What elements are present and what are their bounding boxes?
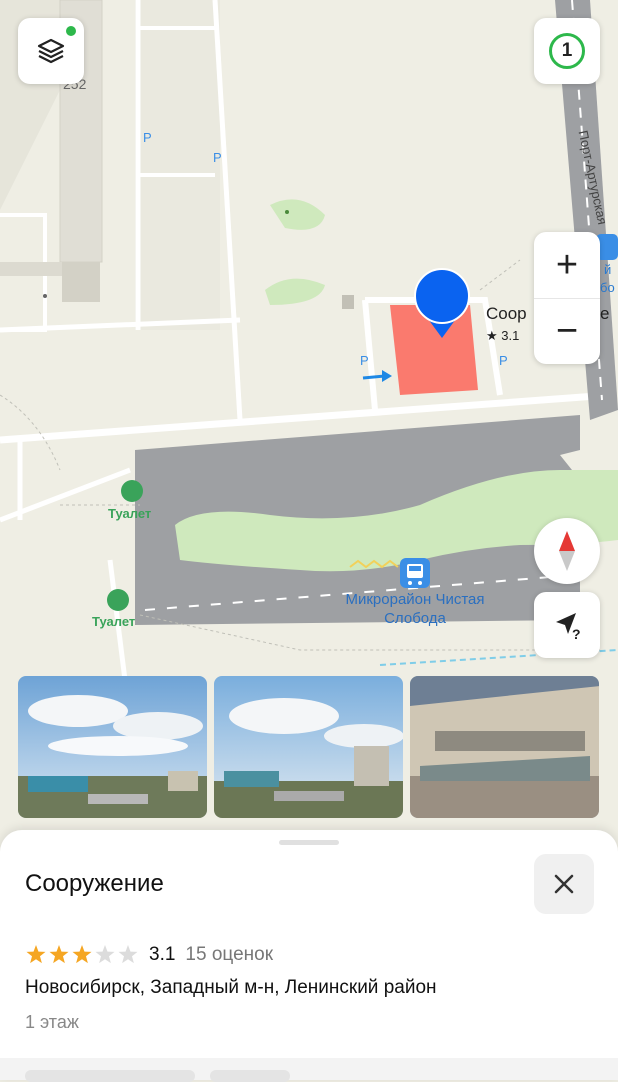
location-arrow-question-icon: ? <box>556 613 581 642</box>
place-title: Сооружение <box>25 870 164 897</box>
layers-button[interactable] <box>18 18 84 84</box>
svg-text:?: ? <box>572 626 581 642</box>
poi-name-label[interactable]: Соор <box>486 304 527 324</box>
zoom-controls: + − <box>534 232 600 364</box>
zoom-in-button[interactable]: + <box>534 232 600 298</box>
star-empty-icon <box>118 945 138 964</box>
rating-value: 3.1 <box>149 944 176 965</box>
parking-label: P <box>213 150 222 165</box>
parking-label: P <box>499 353 508 368</box>
place-card[interactable]: Сооружение 3.1 15 оценок Новосибирск, За… <box>0 830 618 1080</box>
bus-stop-side-label: й <box>604 262 612 277</box>
photo-panorama-2[interactable] <box>214 676 403 818</box>
place-address: Новосибирск, Западный м-н, Ленинский рай… <box>25 977 437 998</box>
star-filled-icon <box>26 945 46 964</box>
poi-rating-label: ★ 3.1 <box>486 328 520 343</box>
traffic-level-indicator: 1 <box>549 33 585 69</box>
photo-gallery[interactable] <box>18 676 600 818</box>
rating-row[interactable]: 3.1 15 оценок <box>25 943 273 967</box>
reviews-count[interactable]: 15 оценок <box>185 944 273 966</box>
bus-stop-label-line2: Слобода <box>384 610 446 627</box>
toilet-label[interactable]: Туалет <box>108 506 151 521</box>
close-button[interactable] <box>534 854 594 914</box>
close-icon <box>554 874 574 894</box>
action-chip[interactable] <box>210 1070 290 1082</box>
bus-stop-side-label: бо <box>600 280 615 295</box>
bus-stop-label-line1: Микрорайон Чистая <box>345 591 485 608</box>
action-chip[interactable] <box>25 1070 195 1082</box>
photo-panorama-1[interactable] <box>18 676 207 818</box>
star-empty-icon <box>95 945 115 964</box>
layers-status-dot <box>66 26 76 36</box>
layers-icon <box>37 38 65 64</box>
rating-stars <box>26 945 138 964</box>
traffic-button[interactable]: 1 <box>534 18 600 84</box>
poi-name-suffix-label: е <box>600 304 610 323</box>
parking-label: P <box>360 353 369 368</box>
sheet-drag-handle[interactable] <box>279 840 339 845</box>
photo-building[interactable] <box>410 676 599 818</box>
parking-label: P <box>143 130 152 145</box>
bus-stop-label[interactable]: Микрорайон Чистая Слобода <box>333 590 497 628</box>
compass-button[interactable] <box>534 518 600 584</box>
toilet-label[interactable]: Туалет <box>92 614 135 629</box>
place-floors: 1 этаж <box>25 1012 79 1032</box>
my-location-button[interactable]: ? <box>534 592 600 658</box>
zoom-out-button[interactable]: − <box>534 299 600 365</box>
compass-icon <box>559 531 575 571</box>
star-filled-icon <box>49 945 69 964</box>
star-filled-icon <box>72 945 92 964</box>
